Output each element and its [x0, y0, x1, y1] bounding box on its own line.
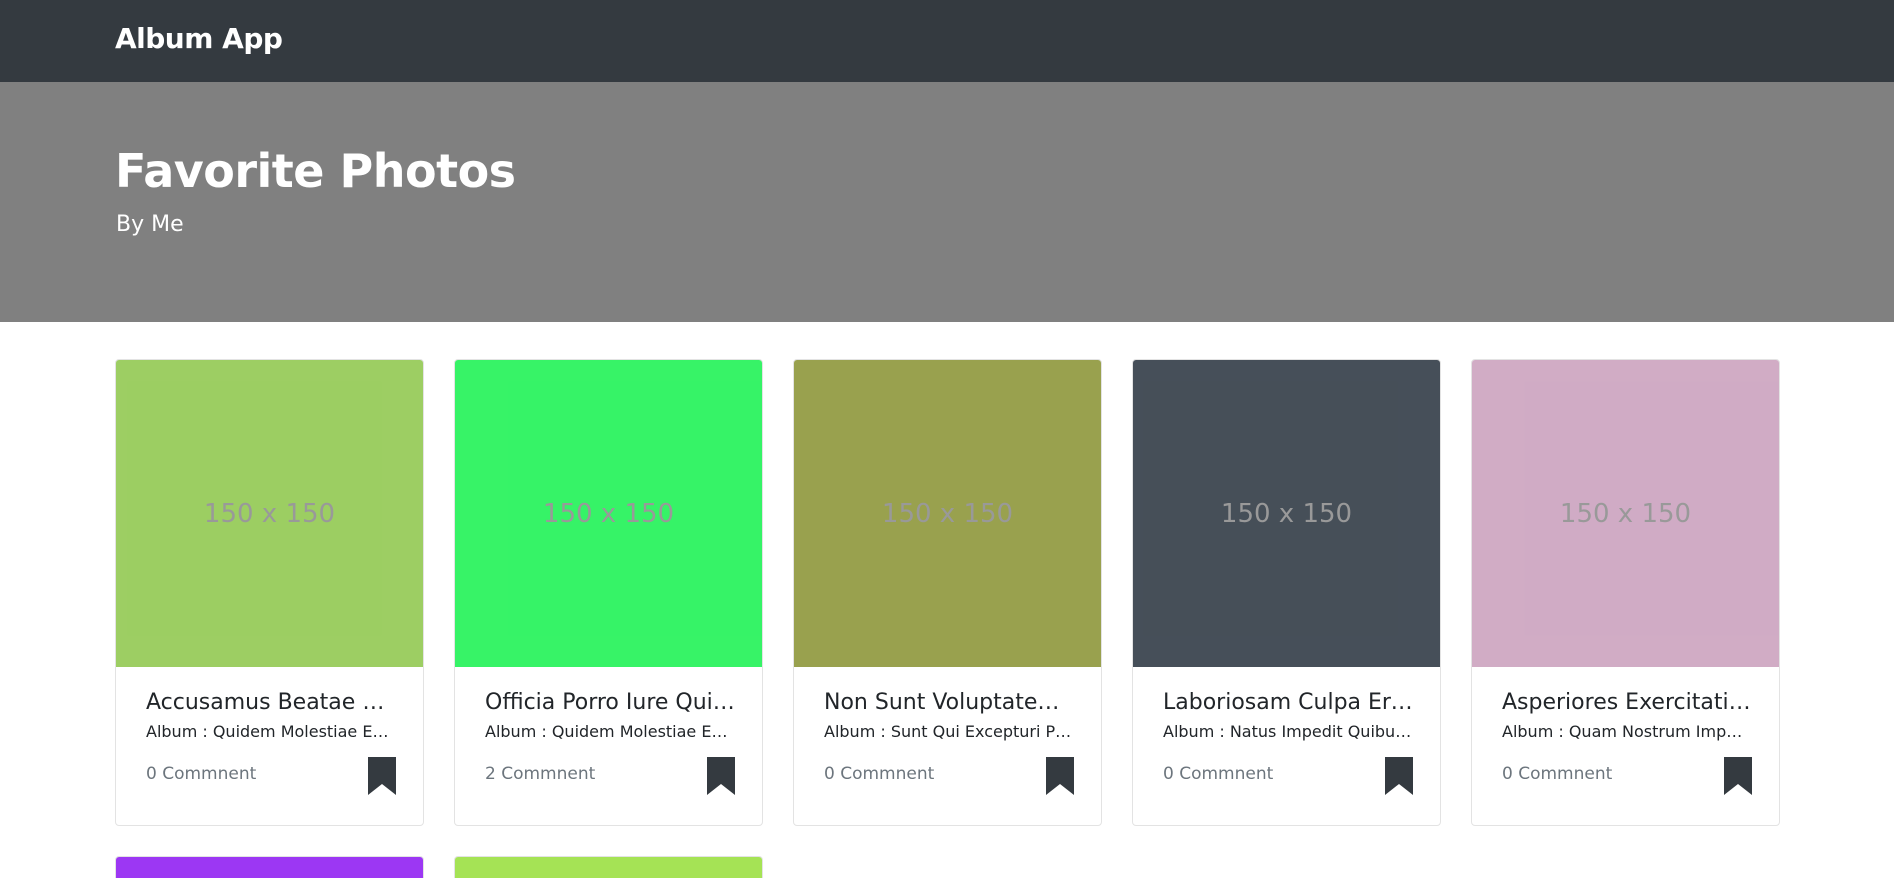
album-name: Album : Sunt Qui Excepturi Placeat Culpa — [824, 722, 1074, 741]
thumbnail-placeholder-text: 150 x 150 — [1220, 498, 1353, 529]
photo-thumbnail[interactable]: 150 x 150 — [1472, 360, 1779, 667]
photo-title: Accusamus Beatae Ad Facilis Cum Similiqu… — [146, 690, 396, 715]
bookmark-icon[interactable] — [1724, 757, 1752, 795]
bookmark-icon[interactable] — [368, 757, 396, 795]
page-title: Favorite Photos — [115, 144, 516, 198]
photo-title: Laboriosam Culpa Error Saepe — [1163, 690, 1413, 715]
photo-card[interactable]: 150 x 150 Accusamus Beatae Ad Facilis Cu… — [115, 359, 424, 826]
photo-card[interactable]: 150 x 150 Laboriosam Culpa Error Saepe A… — [1132, 359, 1441, 826]
comment-count: 0 Commnent — [824, 764, 935, 784]
photo-thumbnail[interactable]: 150 x 150 — [1133, 360, 1440, 667]
comment-count: 0 Commnent — [146, 764, 257, 784]
navbar: Album App — [0, 0, 1894, 82]
photo-thumbnail[interactable] — [116, 857, 423, 878]
photo-card[interactable]: 150 x 150 Non Sunt Voluptatem Placeat Co… — [793, 359, 1102, 826]
photo-card[interactable]: 150 x 150 Asperiores Exercitationem Volu… — [1471, 359, 1780, 826]
thumbnail-placeholder-text: 150 x 150 — [203, 498, 336, 529]
photo-card[interactable]: 150 x 150 Officia Porro Iure Quia Iusto … — [454, 359, 763, 826]
photo-card[interactable] — [454, 856, 763, 878]
bookmark-icon[interactable] — [1046, 757, 1074, 795]
thumbnail-placeholder-text: 150 x 150 — [542, 498, 675, 529]
thumbnail-placeholder-text: 150 x 150 — [1559, 498, 1692, 529]
comment-count: 0 Commnent — [1163, 764, 1274, 784]
photo-card[interactable] — [115, 856, 424, 878]
bookmark-icon[interactable] — [707, 757, 735, 795]
photo-title: Officia Porro Iure Quia Iusto Qui Ipsa U… — [485, 690, 735, 715]
comment-count: 2 Commnent — [485, 764, 596, 784]
photo-title: Non Sunt Voluptatem Placeat Consequuntur… — [824, 690, 1074, 715]
photo-thumbnail[interactable]: 150 x 150 — [455, 360, 762, 667]
photo-thumbnail[interactable] — [455, 857, 762, 878]
album-name: Album : Quidem Molestiae Enim — [146, 722, 396, 741]
photo-title: Asperiores Exercitationem Voluptates Qui… — [1502, 690, 1752, 715]
hero-banner: Favorite Photos By Me — [0, 82, 1894, 322]
thumbnail-placeholder-text: 150 x 150 — [881, 498, 1014, 529]
album-name: Album : Quam Nostrum Impedit Mollitia Qu… — [1502, 722, 1752, 741]
album-name: Album : Quidem Molestiae Enim — [485, 722, 735, 741]
photo-thumbnail[interactable]: 150 x 150 — [116, 360, 423, 667]
bookmark-icon[interactable] — [1385, 757, 1413, 795]
photo-thumbnail[interactable]: 150 x 150 — [794, 360, 1101, 667]
comment-count: 0 Commnent — [1502, 764, 1613, 784]
page-subtitle: By Me — [116, 212, 184, 237]
brand-link[interactable]: Album App — [115, 22, 283, 55]
album-name: Album : Natus Impedit Quibusdam Illo Est — [1163, 722, 1413, 741]
